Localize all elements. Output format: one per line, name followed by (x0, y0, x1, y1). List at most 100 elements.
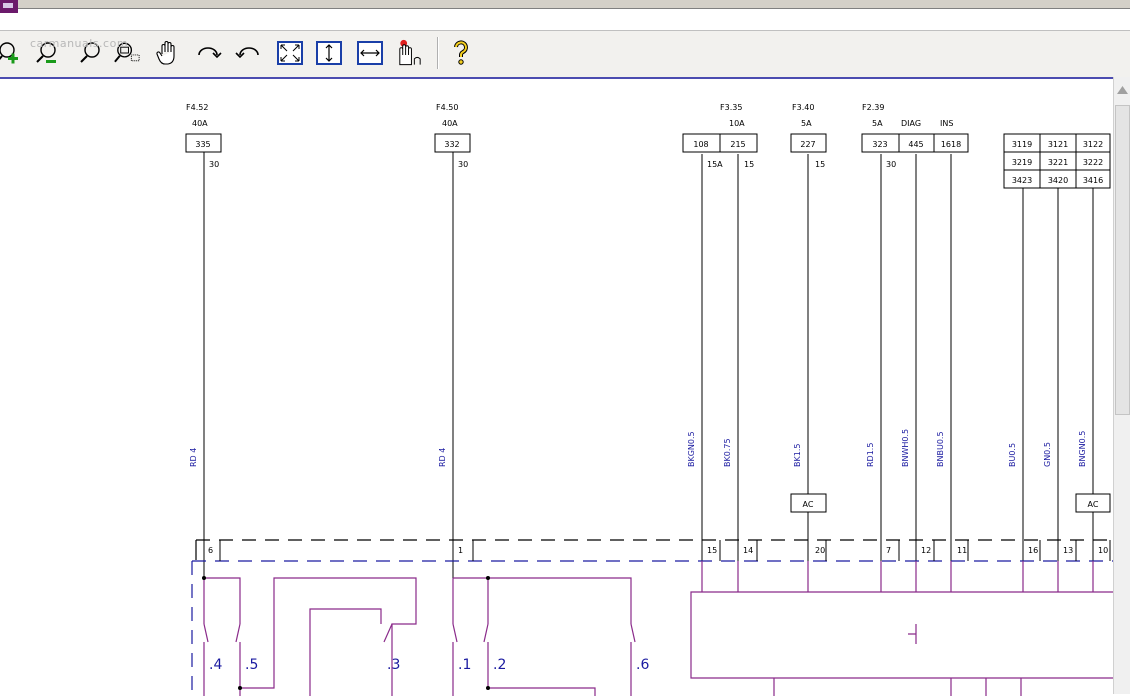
terminal-number: 13 (1063, 546, 1073, 555)
contact-label: .3 (387, 657, 400, 673)
connector-number: 215 (730, 140, 745, 149)
highlight-button[interactable] (394, 36, 425, 70)
fuse-rating: 40A (442, 119, 458, 128)
scroll-thumb[interactable] (1115, 105, 1130, 415)
ac-label: AC (1088, 500, 1099, 509)
terminal-number: 6 (208, 546, 213, 555)
pin-label: 15 (744, 160, 754, 169)
table-cell: 3423 (1012, 176, 1032, 185)
fuse-label: INS (940, 119, 953, 128)
rotate-cw-icon (197, 47, 222, 59)
fuse-id: F4.50 (436, 103, 458, 112)
pin-label: 15 (815, 160, 825, 169)
relay-contact-labels: .4 .5 .3 .1 .2 .6 (209, 657, 649, 673)
fuse-headers: F4.52 40A F4.50 40A F3.35 10A F3.40 5A F… (186, 103, 953, 128)
wire-label: BK1.5 (793, 444, 802, 467)
terminal-number: 20 (815, 546, 825, 555)
fit-width-icon (356, 41, 383, 65)
wiring-diagram: F4.52 40A F4.50 40A F3.35 10A F3.40 5A F… (185, 103, 1113, 696)
terminal-number: 7 (886, 546, 891, 555)
fuse-id: F3.35 (720, 103, 742, 112)
app-icon (0, 0, 18, 13)
title-bar (0, 0, 1130, 9)
schematic-canvas[interactable]: F4.52 40A F4.50 40A F3.35 10A F3.40 5A F… (0, 77, 1113, 696)
table-cell: 3221 (1048, 158, 1068, 167)
fuse-rating: 5A (872, 119, 883, 128)
connector-number: 108 (693, 140, 708, 149)
terminal-number: 1 (458, 546, 463, 555)
contact-label: .5 (245, 657, 258, 673)
wire-label: BNWH0.5 (901, 429, 910, 467)
fuse-rating: 40A (192, 119, 208, 128)
pin-label: 15A (707, 160, 723, 169)
terminal-number: 11 (957, 546, 967, 555)
scroll-up-button[interactable] (1114, 77, 1130, 102)
terminal-number: 14 (743, 546, 753, 555)
rotate-cw-button[interactable] (193, 36, 224, 70)
wire-label: BU0.5 (1008, 443, 1017, 467)
contact-label: .2 (493, 657, 506, 673)
table-cell: 3121 (1048, 140, 1068, 149)
wire-label: BKGN0.5 (687, 431, 696, 467)
fuse-id: F3.40 (792, 103, 814, 112)
table-cell: 3416 (1083, 176, 1103, 185)
terminal-number: 15 (707, 546, 717, 555)
relay-circuit (203, 561, 1113, 696)
wire-label: GN0.5 (1043, 442, 1052, 467)
vertical-scrollbar[interactable] (1113, 77, 1130, 694)
contact-label: .6 (636, 657, 649, 673)
table-cell: 3219 (1012, 158, 1032, 167)
wire-label: BK0.75 (723, 438, 732, 467)
help-icon (453, 40, 468, 65)
connector-boundary: 6 1 15 14 20 7 12 11 16 13 10 (191, 539, 1113, 696)
contact-label: .4 (209, 657, 222, 673)
fit-height-icon (315, 41, 342, 65)
connector-number: 335 (195, 140, 210, 149)
wire-label: RD 4 (438, 448, 447, 467)
terminal-number: 10 (1098, 546, 1108, 555)
wire-label: BNBU0.5 (936, 431, 945, 467)
toolbar-separator (437, 37, 439, 69)
table-cell: 3122 (1083, 140, 1103, 149)
wire-labels: RD 4 RD 4 BKGN0.5 BK0.75 BK1.5 RD1.5 BNW… (189, 429, 1087, 467)
terminal-number: 12 (921, 546, 931, 555)
fuse-rating: 5A (801, 119, 812, 128)
pin-labels: 30 30 15A 15 15 30 (209, 160, 896, 169)
pin-label: 30 (886, 160, 896, 169)
table-cell: 3222 (1083, 158, 1103, 167)
table-cell: 3119 (1012, 140, 1032, 149)
ac-label: AC (803, 500, 814, 509)
watermark: carmanuals.com (30, 37, 129, 50)
connector-number: 227 (800, 140, 815, 149)
terminal-number: 16 (1028, 546, 1038, 555)
triangle-up-icon (1117, 85, 1128, 94)
fit-all-button[interactable] (274, 36, 305, 70)
fuse-label: DIAG (901, 119, 921, 128)
connector-boxes (185, 133, 1111, 189)
fit-height-button[interactable] (313, 36, 344, 70)
pin-label: 30 (458, 160, 468, 169)
table-cell: 3420 (1048, 176, 1068, 185)
fit-all-icon (276, 41, 303, 65)
fuse-id: F2.39 (862, 103, 884, 112)
highlight-hand-icon (399, 39, 421, 66)
connector-number: 445 (908, 140, 923, 149)
wire-label: BNGN0.5 (1078, 431, 1087, 467)
zoom-in-icon (0, 42, 18, 64)
rotate-ccw-icon (234, 47, 259, 59)
fuse-rating: 10A (729, 119, 745, 128)
wire-label: RD1.5 (866, 443, 875, 467)
zoom-in-button[interactable] (0, 36, 25, 70)
rotate-ccw-button[interactable] (232, 36, 263, 70)
toolbar: carmanuals.com (0, 30, 1130, 78)
pan-button[interactable] (152, 36, 183, 70)
contact-label: .1 (458, 657, 471, 673)
pin-label: 30 (209, 160, 219, 169)
connector-number: 332 (444, 140, 459, 149)
help-button[interactable] (445, 36, 476, 70)
hand-icon (155, 41, 175, 65)
connector-number: 323 (872, 140, 887, 149)
wire-label: RD 4 (189, 448, 198, 467)
fit-width-button[interactable] (354, 36, 385, 70)
connector-number: 1618 (941, 140, 961, 149)
